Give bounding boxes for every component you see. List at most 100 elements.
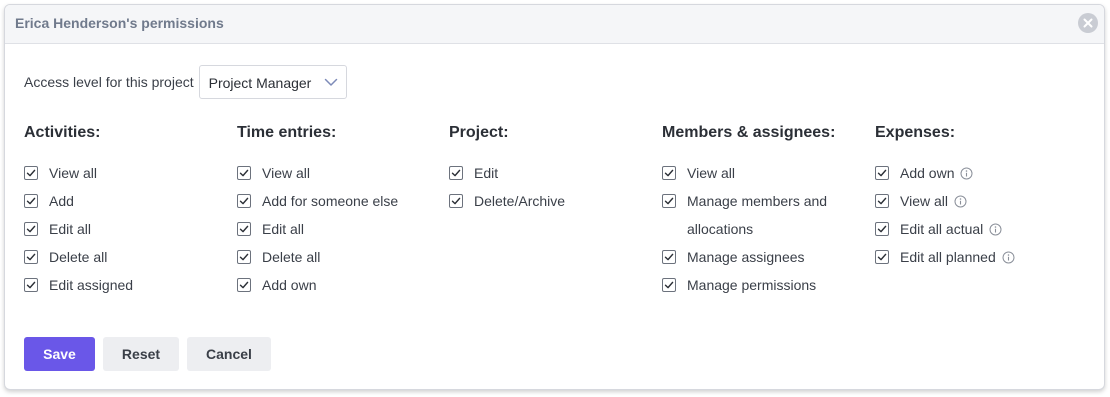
- checkmark-icon: [239, 281, 249, 289]
- permission-text: Manage members and allocations: [687, 193, 827, 237]
- permission-checkbox[interactable]: [875, 166, 889, 180]
- permission-text: Add own: [262, 271, 316, 299]
- checkmark-icon: [26, 225, 36, 233]
- permission-item[interactable]: Add: [24, 187, 224, 215]
- close-icon: [1083, 18, 1093, 28]
- permission-checkbox[interactable]: [662, 278, 676, 292]
- permission-item[interactable]: View all: [237, 159, 442, 187]
- access-level-select[interactable]: Project Manager: [198, 65, 347, 99]
- info-icon[interactable]: [954, 195, 967, 208]
- permissions-dialog: Erica Henderson's permissions Access lev…: [4, 4, 1105, 390]
- permission-item[interactable]: Edit all actual: [875, 215, 1075, 243]
- column-title: Project:: [449, 124, 509, 141]
- permission-item[interactable]: Edit all: [237, 215, 442, 243]
- permission-checkbox[interactable]: [449, 194, 463, 208]
- column-title: Members & assignees:: [662, 124, 836, 141]
- permission-checkbox[interactable]: [237, 194, 251, 208]
- permission-checkbox[interactable]: [662, 250, 676, 264]
- permission-column-members-assignees: Members & assignees: View all Manage membe…: [662, 124, 842, 299]
- checkmark-icon: [26, 169, 36, 177]
- permission-item[interactable]: Edit assigned: [24, 271, 224, 299]
- permission-label: Manage permissions: [687, 277, 817, 293]
- permission-text: Edit: [474, 159, 498, 187]
- permission-checkbox[interactable]: [237, 166, 251, 180]
- permission-text: Edit assigned: [49, 271, 133, 299]
- info-icon[interactable]: [960, 167, 973, 180]
- dialog-title: Erica Henderson's permissions: [15, 15, 224, 31]
- checkmark-icon: [451, 169, 461, 177]
- column-title: Activities:: [24, 124, 101, 141]
- permission-label: Edit all planned: [900, 249, 996, 265]
- permission-column-activities: Activities: View all Add Edit all Delete all…: [24, 124, 224, 299]
- permission-item[interactable]: Delete/Archive: [449, 187, 649, 215]
- permission-item[interactable]: Manage permissions: [662, 271, 842, 299]
- permission-item[interactable]: Add own: [237, 271, 442, 299]
- permission-item[interactable]: Edit all: [24, 215, 224, 243]
- permission-text: Edit all: [262, 215, 304, 243]
- checkmark-icon: [239, 197, 249, 205]
- column-title: Time entries:: [237, 124, 337, 141]
- permission-item[interactable]: Edit all planned: [875, 243, 1075, 271]
- permission-label: Edit all actual: [900, 221, 984, 237]
- permission-item[interactable]: Edit: [449, 159, 649, 187]
- checkmark-icon: [877, 225, 887, 233]
- permission-label: Add: [49, 193, 74, 209]
- permission-checkbox[interactable]: [24, 278, 38, 292]
- checkmark-icon: [664, 169, 674, 177]
- checkmark-icon: [877, 197, 887, 205]
- cancel-button[interactable]: Cancel: [187, 337, 271, 371]
- permission-label: Add own: [262, 277, 317, 293]
- access-level-label: Access level for this project: [24, 74, 194, 90]
- permission-item[interactable]: View all: [662, 159, 842, 187]
- checkmark-icon: [239, 225, 249, 233]
- save-button[interactable]: Save: [24, 337, 95, 371]
- permission-column-time-entries: Time entries: View all Add for someone els…: [237, 124, 442, 299]
- permission-checkbox[interactable]: [875, 194, 889, 208]
- permission-item[interactable]: Delete all: [24, 243, 224, 271]
- checkmark-icon: [451, 197, 461, 205]
- permission-checkbox[interactable]: [237, 250, 251, 264]
- permission-item[interactable]: Manage assignees: [662, 243, 842, 271]
- permission-label: View all: [262, 165, 310, 181]
- permission-checkbox[interactable]: [875, 222, 889, 236]
- permission-item[interactable]: Manage members and allocations: [662, 187, 842, 243]
- checkmark-icon: [664, 281, 674, 289]
- permission-column-expenses: Expenses: Add own View all Edit all actual E…: [875, 124, 1075, 271]
- permission-checkbox[interactable]: [875, 250, 889, 264]
- permission-checkbox[interactable]: [662, 194, 676, 208]
- permission-text: Manage permissions: [687, 271, 816, 299]
- permission-label: Edit: [474, 165, 499, 181]
- close-button[interactable]: [1078, 13, 1098, 33]
- permission-text: Delete all: [262, 243, 320, 271]
- permission-checkbox[interactable]: [237, 278, 251, 292]
- checkmark-icon: [877, 169, 887, 177]
- info-icon[interactable]: [1002, 251, 1015, 264]
- permission-checkbox[interactable]: [662, 166, 676, 180]
- permission-text: Edit all actual: [900, 215, 1002, 243]
- permission-text: View all: [49, 159, 97, 187]
- permission-checkbox[interactable]: [237, 222, 251, 236]
- checkmark-icon: [26, 253, 36, 261]
- checkmark-icon: [26, 197, 36, 205]
- info-icon[interactable]: [989, 223, 1002, 236]
- permission-checkbox[interactable]: [24, 194, 38, 208]
- permission-text: Edit all planned: [900, 243, 1015, 271]
- permission-checkbox[interactable]: [449, 166, 463, 180]
- permission-checkbox[interactable]: [24, 166, 38, 180]
- permission-item[interactable]: Add own: [875, 159, 1075, 187]
- permission-item[interactable]: Delete all: [237, 243, 442, 271]
- permission-checkbox[interactable]: [24, 250, 38, 264]
- permission-column-project: Project: Edit Delete/Archive: [449, 124, 649, 215]
- permission-item[interactable]: View all: [24, 159, 224, 187]
- permission-item[interactable]: Add for someone else: [237, 187, 442, 215]
- permission-text: Edit all: [49, 215, 91, 243]
- permission-label: Delete all: [262, 249, 321, 265]
- permission-label: View all: [900, 193, 948, 209]
- permission-text: Add own: [900, 159, 973, 187]
- reset-button[interactable]: Reset: [103, 337, 179, 371]
- permission-label: View all: [49, 165, 97, 181]
- permission-item[interactable]: View all: [875, 187, 1075, 215]
- permission-checkbox[interactable]: [24, 222, 38, 236]
- checkmark-icon: [877, 253, 887, 261]
- permission-list: View all Manage members and allocations Ma…: [662, 159, 842, 299]
